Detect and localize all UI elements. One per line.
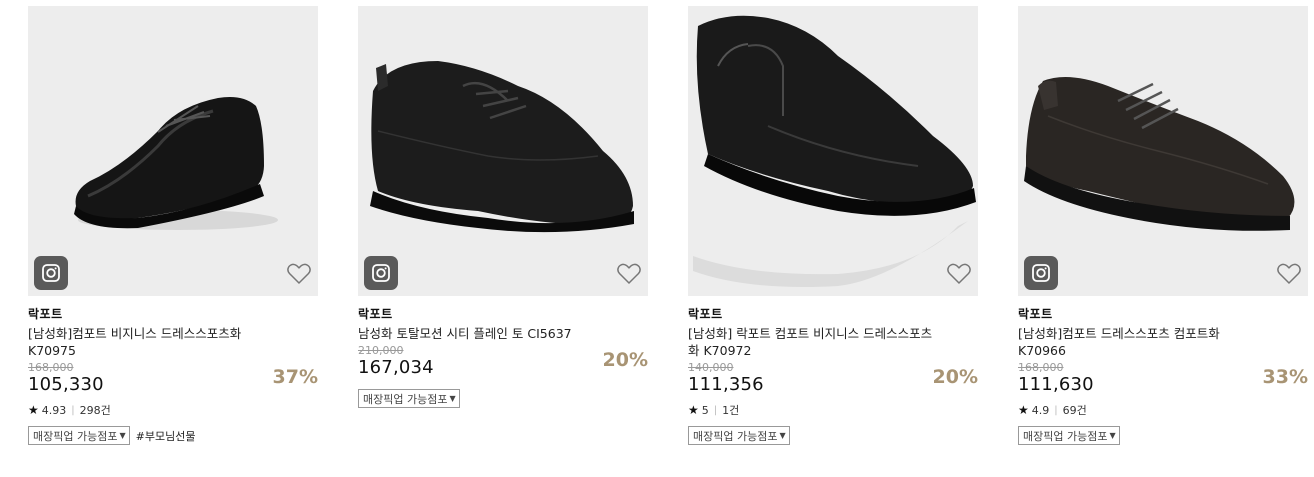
divider: |: [71, 404, 75, 416]
instagram-icon[interactable]: [34, 256, 68, 290]
dropdown-arrow-icon: ▼: [449, 394, 456, 403]
shoe-image: [74, 97, 278, 230]
product-image[interactable]: [688, 6, 978, 296]
product-card[interactable]: 락포트 남성화 토탈모션 시티 플레인 토 CI5637 210,000 167…: [358, 6, 650, 408]
rating-summary: ★ 5 | 1건: [688, 402, 980, 418]
rating-score: 4.9: [1031, 403, 1050, 417]
dropdown-arrow-icon: ▼: [1109, 431, 1116, 440]
discount-rate: 37%: [272, 366, 318, 388]
rating-summary: ★ 4.9 | 69건: [1018, 402, 1310, 418]
divider: |: [1054, 404, 1058, 416]
store-pickup-dropdown[interactable]: 매장픽업 가능점포 ▼: [28, 426, 130, 445]
price-row: 167,034 20%: [358, 349, 650, 381]
store-pickup-dropdown[interactable]: 매장픽업 가능점포 ▼: [688, 426, 790, 445]
tag-row: 매장픽업 가능점포 ▼: [358, 389, 650, 408]
rating-score: 4.93: [41, 403, 67, 417]
wishlist-heart-icon[interactable]: [286, 262, 312, 286]
product-name[interactable]: [남성화]컴포트 비지니스 드레스스포츠화 K70975: [28, 325, 278, 359]
tag-row: 매장픽업 가능점포 ▼: [688, 426, 980, 445]
brand-name: 락포트: [28, 307, 63, 321]
divider: |: [713, 404, 718, 416]
review-count: 1건: [722, 404, 740, 417]
price-row: 111,356 20%: [688, 366, 980, 398]
star-icon: ★: [28, 403, 39, 417]
product-image[interactable]: [358, 6, 648, 296]
star-icon: ★: [1018, 403, 1029, 417]
brand-name: 락포트: [688, 307, 723, 321]
dropdown-arrow-icon: ▼: [119, 431, 126, 440]
product-grid: 락포트 [남성화]컴포트 비지니스 드레스스포츠화 K70975 168,000…: [0, 0, 1314, 477]
wishlist-heart-icon[interactable]: [616, 262, 642, 286]
sale-price: 111,630: [1018, 374, 1094, 395]
product-card[interactable]: 락포트 [남성화] 락포트 컴포트 비지니스 드레스스포츠화 K70972 14…: [688, 6, 980, 445]
wishlist-heart-icon[interactable]: [946, 262, 972, 286]
tag-row: 매장픽업 가능점포 ▼ #부모님선물: [28, 426, 320, 445]
brand-name: 락포트: [1018, 307, 1053, 321]
rating-summary: ★ 4.93 | 298건: [28, 402, 320, 418]
rating-score: 5: [701, 403, 709, 417]
hashtag-link[interactable]: #부모님선물: [136, 428, 196, 444]
product-card[interactable]: 락포트 [남성화]컴포트 비지니스 드레스스포츠화 K70975 168,000…: [28, 6, 320, 445]
product-image[interactable]: [28, 6, 318, 296]
sale-price: 105,330: [28, 374, 104, 395]
dropdown-arrow-icon: ▼: [779, 431, 786, 440]
product-name[interactable]: [남성화] 락포트 컴포트 비지니스 드레스스포츠화 K70972: [688, 325, 938, 359]
product-name[interactable]: 남성화 토탈모션 시티 플레인 토 CI5637: [358, 325, 608, 342]
review-count: 69건: [1062, 404, 1087, 417]
star-icon: ★: [688, 403, 699, 417]
instagram-icon[interactable]: [1024, 256, 1058, 290]
product-name[interactable]: [남성화]컴포트 드레스스포츠 컴포트화 K70966: [1018, 325, 1268, 359]
brand-name: 락포트: [358, 307, 393, 321]
product-image[interactable]: [1018, 6, 1308, 296]
review-count: 298건: [79, 404, 111, 417]
shoe-image: [1024, 77, 1295, 231]
price-row: 105,330 37%: [28, 366, 320, 398]
store-pickup-dropdown[interactable]: 매장픽업 가능점포 ▼: [358, 389, 460, 408]
instagram-icon[interactable]: [364, 256, 398, 290]
product-card[interactable]: 락포트 [남성화]컴포트 드레스스포츠 컴포트화 K70966 168,000 …: [1018, 6, 1310, 445]
price-row: 111,630 33%: [1018, 366, 1310, 398]
tag-row: 매장픽업 가능점포 ▼: [1018, 426, 1310, 445]
sale-price: 167,034: [358, 357, 434, 378]
sale-price: 111,356: [688, 374, 764, 395]
shoe-image: [693, 15, 976, 287]
shoe-image: [370, 61, 634, 233]
store-pickup-dropdown[interactable]: 매장픽업 가능점포 ▼: [1018, 426, 1120, 445]
discount-rate: 33%: [1262, 366, 1308, 388]
discount-rate: 20%: [602, 349, 648, 371]
wishlist-heart-icon[interactable]: [1276, 262, 1302, 286]
discount-rate: 20%: [932, 366, 978, 388]
